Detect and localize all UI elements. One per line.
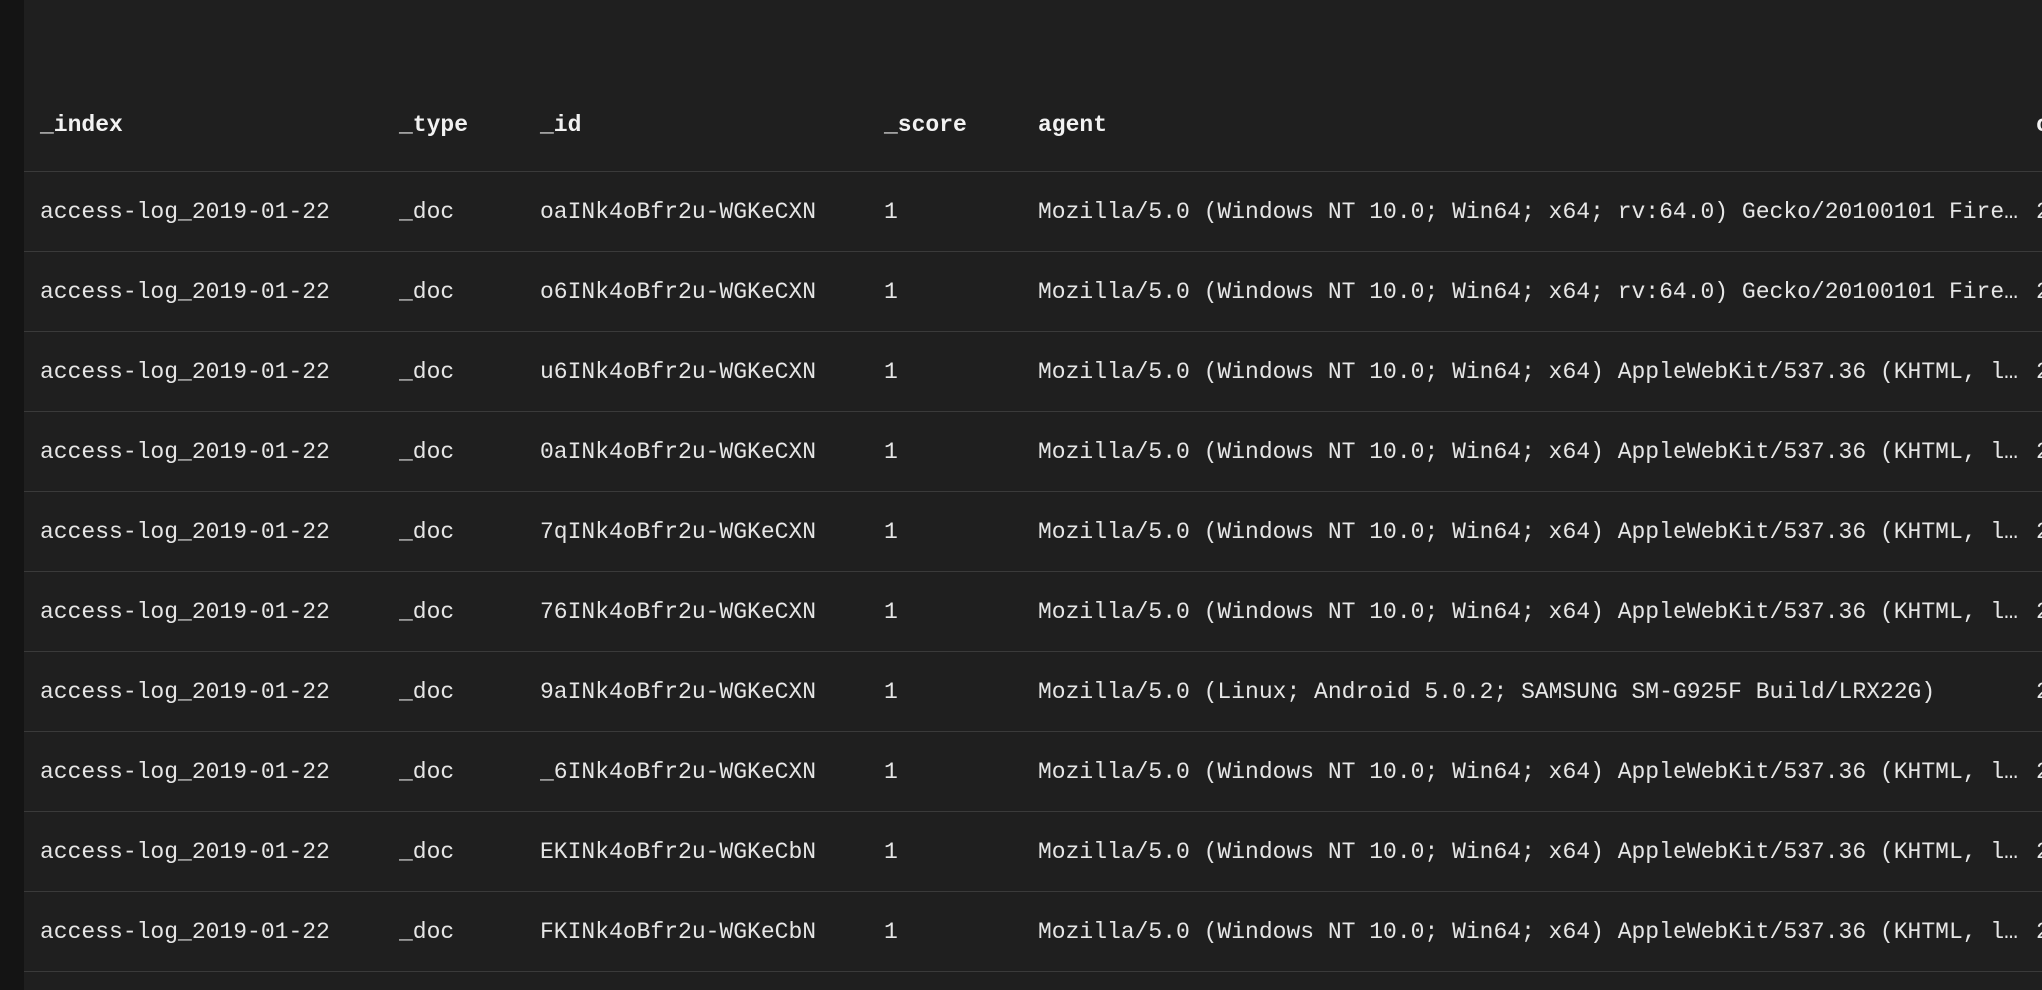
cell-agent: Mozilla/5.0 (Windows NT 10.0; Win64; x64… [1038, 199, 2028, 225]
cell-agent: Mozilla/5.0 (Windows NT 10.0; Win64; x64… [1038, 839, 2028, 865]
cell-id: u6INk4oBfr2u-WGKeCXN [540, 359, 817, 385]
cell-index: access-log_2019-01-22 [40, 519, 330, 545]
cell-next: 2 [2036, 492, 2042, 572]
table-row[interactable]: access-log_2019-01-22 _doc oaINk4oBfr2u-… [24, 172, 2042, 252]
cell-agent: Mozilla/5.0 (Windows NT 10.0; Win64; x64… [1038, 599, 2028, 625]
left-rail [0, 0, 24, 990]
table-row[interactable]: access-log_2019-01-22 _doc o6INk4oBfr2u-… [24, 252, 2042, 332]
cell-score: 1 [884, 919, 898, 945]
table-row[interactable]: access-log_2019-01-22 _doc FKINk4oBfr2u-… [24, 892, 2042, 972]
cell-next: 2 [2036, 572, 2042, 652]
cell-agent: Mozilla/5.0 (Windows NT 10.0; Win64; x64… [1038, 519, 2028, 545]
cell-index: access-log_2019-01-22 [40, 439, 330, 465]
cell-score: 1 [884, 279, 898, 305]
column-header-index[interactable]: _index [40, 92, 390, 172]
cell-next: 2 [2036, 332, 2042, 412]
cell-score: 1 [884, 199, 898, 225]
cell-index: access-log_2019-01-22 [40, 759, 330, 785]
cell-id: 9aINk4oBfr2u-WGKeCXN [540, 679, 817, 705]
cell-score: 1 [884, 759, 898, 785]
cell-id: EKINk4oBfr2u-WGKeCbN [540, 839, 817, 865]
cell-type: _doc [399, 839, 455, 865]
cell-type: _doc [399, 759, 455, 785]
cell-agent: Mozilla/5.0 (Windows NT 10.0; Win64; x64… [1038, 759, 2028, 785]
column-header-score[interactable]: _score [884, 92, 1004, 172]
cell-id: oaINk4oBfr2u-WGKeCXN [540, 199, 817, 225]
cell-score: 1 [884, 679, 898, 705]
results-table: _index _type _id _score agent c access-l… [24, 0, 2042, 990]
column-header-type[interactable]: _type [399, 92, 519, 172]
table-row[interactable]: access-log_2019-01-22 _doc _6INk4oBfr2u-… [24, 732, 2042, 812]
table-row[interactable]: access-log_2019-01-22 _doc 76INk4oBfr2u-… [24, 572, 2042, 652]
cell-index: access-log_2019-01-22 [40, 279, 330, 305]
cell-id: 0aINk4oBfr2u-WGKeCXN [540, 439, 817, 465]
cell-agent: Mozilla/5.0 (Windows NT 10.0; Win64; x64… [1038, 359, 2028, 385]
column-header-next[interactable]: c [2036, 92, 2042, 172]
cell-type: _doc [399, 919, 455, 945]
cell-index: access-log_2019-01-22 [40, 919, 330, 945]
cell-type: _doc [399, 679, 455, 705]
table-row[interactable]: access-log_2019-01-22 _doc u6INk4oBfr2u-… [24, 332, 2042, 412]
cell-type: _doc [399, 599, 455, 625]
cell-id: 76INk4oBfr2u-WGKeCXN [540, 599, 817, 625]
cell-type: _doc [399, 359, 455, 385]
cell-id: FKINk4oBfr2u-WGKeCbN [540, 919, 817, 945]
table-header-row: _index _type _id _score agent c [24, 92, 2042, 172]
cell-score: 1 [884, 359, 898, 385]
cell-type: _doc [399, 519, 455, 545]
cell-next: 2 [2036, 732, 2042, 812]
cell-index: access-log_2019-01-22 [40, 199, 330, 225]
cell-agent: Mozilla/5.0 (Windows NT 10.0; Win64; x64… [1038, 279, 2028, 305]
cell-next: 2 [2036, 172, 2042, 252]
cell-type: _doc [399, 439, 455, 465]
cell-next: 2 [2036, 812, 2042, 892]
cell-agent: Mozilla/5.0 (Linux; Android 5.0.2; SAMSU… [1038, 679, 1936, 705]
cell-index: access-log_2019-01-22 [40, 599, 330, 625]
cell-next: 2 [2036, 652, 2042, 732]
column-header-agent[interactable]: agent [1038, 92, 2028, 172]
cell-score: 1 [884, 519, 898, 545]
cell-score: 1 [884, 839, 898, 865]
cell-id: _6INk4oBfr2u-WGKeCXN [540, 759, 817, 785]
column-header-id[interactable]: _id [540, 92, 890, 172]
cell-index: access-log_2019-01-22 [40, 679, 330, 705]
cell-id: 7qINk4oBfr2u-WGKeCXN [540, 519, 817, 545]
cell-score: 1 [884, 599, 898, 625]
cell-score: 1 [884, 439, 898, 465]
cell-agent: Mozilla/5.0 (Windows NT 10.0; Win64; x64… [1038, 919, 2028, 945]
cell-type: _doc [399, 199, 455, 225]
table-row[interactable]: access-log_2019-01-22 _doc 9aINk4oBfr2u-… [24, 652, 2042, 732]
cell-next: 2 [2036, 252, 2042, 332]
cell-agent: Mozilla/5.0 (Windows NT 10.0; Win64; x64… [1038, 439, 2028, 465]
cell-next: 2 [2036, 412, 2042, 492]
table-row[interactable]: access-log_2019-01-22 _doc 7qINk4oBfr2u-… [24, 492, 2042, 572]
cell-type: _doc [399, 279, 455, 305]
table-row[interactable]: access-log_2019-01-22 _doc EKINk4oBfr2u-… [24, 812, 2042, 892]
cell-next: 2 [2036, 892, 2042, 972]
table-row[interactable]: access-log_2019-01-22 _doc 0aINk4oBfr2u-… [24, 412, 2042, 492]
cell-index: access-log_2019-01-22 [40, 359, 330, 385]
cell-id: o6INk4oBfr2u-WGKeCXN [540, 279, 817, 305]
cell-index: access-log_2019-01-22 [40, 839, 330, 865]
